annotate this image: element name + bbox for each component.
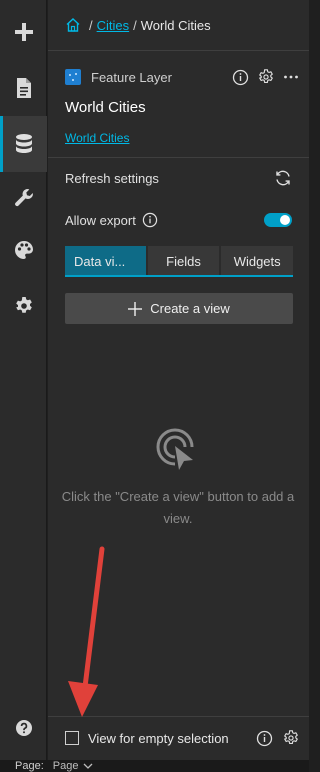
refresh-settings-label: Refresh settings — [65, 170, 159, 186]
tab-underline — [65, 275, 293, 277]
create-view-button[interactable]: Create a view — [65, 293, 293, 324]
divider — [48, 157, 309, 158]
cursor-click-icon — [156, 428, 194, 470]
tab-bar: Data vi... Fields Widgets — [65, 246, 294, 276]
plus-icon — [128, 301, 143, 316]
divider — [48, 716, 309, 717]
chevron-down-icon[interactable] — [83, 762, 93, 770]
data-source-name: World Cities — [65, 99, 146, 116]
feature-layer-icon — [65, 69, 81, 85]
help-button[interactable] — [0, 702, 47, 754]
palette-icon — [14, 241, 33, 259]
info-icon[interactable] — [142, 212, 158, 228]
page-label: Page: — [15, 760, 44, 772]
breadcrumb-separator: / — [89, 17, 93, 33]
allow-export-row: Allow export — [65, 210, 292, 230]
empty-selection-checkbox[interactable] — [65, 731, 79, 745]
data-settings-panel: / Cities / World Cities Feature Layer Wo… — [48, 0, 309, 760]
data-button[interactable] — [0, 116, 47, 172]
page-selector[interactable]: Page — [53, 760, 79, 772]
divider — [48, 50, 309, 51]
wrench-icon — [14, 189, 33, 207]
create-view-label: Create a view — [150, 301, 230, 316]
home-icon[interactable] — [65, 17, 81, 33]
tab-widgets[interactable]: Widgets — [221, 246, 294, 276]
page-button[interactable] — [0, 62, 47, 114]
refresh-settings-row: Refresh settings — [65, 168, 292, 188]
help-icon — [15, 720, 32, 736]
refresh-icon[interactable] — [274, 169, 292, 187]
page-icon — [16, 78, 31, 98]
tab-data-views[interactable]: Data vi... — [65, 246, 146, 276]
add-icon — [14, 23, 33, 41]
page-footer: Page: Page — [0, 760, 309, 772]
info-icon[interactable] — [232, 69, 249, 86]
empty-selection-label: View for empty selection — [88, 730, 229, 746]
breadcrumb: / Cities / World Cities — [65, 16, 211, 34]
allow-export-toggle[interactable] — [264, 213, 292, 227]
allow-export-label: Allow export — [65, 212, 136, 228]
gear-icon — [15, 297, 32, 313]
layer-type-label: Feature Layer — [91, 69, 172, 85]
empty-selection-row: View for empty selection — [65, 729, 299, 747]
widget-button[interactable] — [0, 172, 47, 224]
left-toolbar — [0, 0, 47, 760]
info-icon[interactable] — [256, 730, 273, 747]
more-icon[interactable] — [283, 69, 299, 85]
settings-button[interactable] — [0, 280, 47, 332]
data-source-link[interactable]: World Cities — [65, 131, 129, 145]
gear-icon[interactable] — [258, 69, 274, 85]
breadcrumb-current: World Cities — [140, 17, 211, 33]
breadcrumb-parent-link[interactable]: Cities — [97, 18, 130, 33]
layer-header: Feature Layer — [65, 68, 299, 86]
gear-icon[interactable] — [283, 730, 299, 746]
tab-fields[interactable]: Fields — [147, 246, 220, 276]
add-button[interactable] — [0, 6, 47, 58]
empty-state-message: Click the "Create a view" button to add … — [61, 489, 295, 526]
theme-button[interactable] — [0, 224, 47, 276]
data-icon — [15, 134, 32, 153]
breadcrumb-separator: / — [133, 17, 137, 33]
